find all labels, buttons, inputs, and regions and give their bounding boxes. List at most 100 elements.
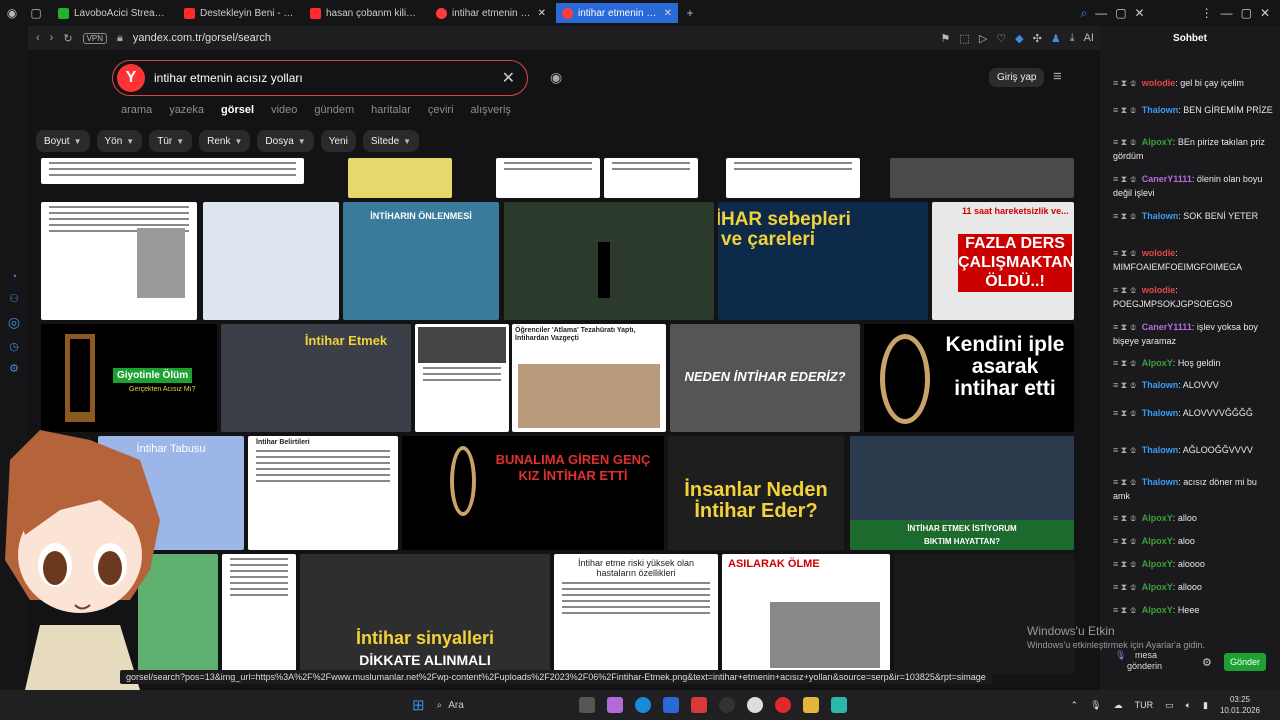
image-result[interactable]: Kendini iple asarak intihar etti [864, 324, 1074, 432]
image-result[interactable]: Giyotinle Ölüm Gerçekten Acısız Mı? [41, 324, 217, 432]
chat-username[interactable]: CanerY1111 [1142, 174, 1192, 184]
close-tab-icon[interactable]: ✕ [538, 8, 546, 19]
chat-username[interactable]: Thalown [1142, 445, 1179, 455]
tab-3[interactable]: hasan çobanm kilis - YouT [304, 3, 426, 23]
task-view-icon[interactable] [578, 697, 595, 713]
download-icon[interactable]: ⤓ [1070, 32, 1075, 45]
image-result[interactable]: İntihar Belirtileri [248, 436, 398, 550]
minimize-icon[interactable]: — [1095, 6, 1107, 20]
send-button[interactable]: Gönder [1224, 653, 1267, 671]
hamburger-icon[interactable]: ≡ [1053, 68, 1062, 85]
image-result[interactable]: İNTİHARIN ÖNLENMESİ [343, 202, 499, 320]
battery-icon[interactable]: ▮ [1203, 700, 1208, 711]
speed-dial-icon[interactable]: ◔ [11, 271, 18, 283]
tab-2[interactable]: Destekleyin Beni - YouTub [178, 3, 300, 23]
image-result[interactable] [222, 554, 296, 674]
maximize-icon[interactable]: ▢ [1115, 6, 1126, 20]
filter-dosya[interactable]: Dosya ▼ [257, 130, 314, 152]
search-box[interactable]: Y ✕ [112, 60, 528, 96]
vpn-badge[interactable]: VPN [82, 32, 108, 44]
close-tab-icon[interactable]: ✕ [664, 8, 672, 19]
app-icon[interactable] [830, 697, 847, 713]
tab-list-icon[interactable]: ▢ [24, 1, 48, 25]
filter-sitede[interactable]: Sitede ▼ [362, 130, 420, 152]
people-icon[interactable]: ⚇ [9, 292, 19, 305]
explorer-icon[interactable] [802, 697, 819, 713]
heart-icon[interactable]: ♡ [996, 32, 1006, 45]
filter-yeni[interactable]: Yeni [320, 130, 356, 152]
image-result[interactable] [504, 202, 714, 320]
bookmark-icon[interactable]: ⚑ [941, 32, 951, 45]
windows-start-icon[interactable]: ⊞ [412, 696, 425, 714]
kebab-icon[interactable]: ⋮ [1201, 6, 1213, 20]
mic-icon[interactable]: 🎙︎ [1090, 700, 1101, 711]
image-result[interactable] [890, 158, 1074, 198]
chat-username[interactable]: Thalown [1142, 211, 1179, 221]
filter-boyut[interactable]: Boyut ▼ [36, 130, 90, 152]
chat-username[interactable]: AlpoxY [1142, 513, 1173, 523]
yandex-logo[interactable]: Y [117, 64, 145, 92]
edge-icon[interactable] [634, 697, 651, 713]
chat-username[interactable]: AlpoxY [1142, 137, 1173, 147]
reload-icon[interactable]: ↻ [63, 32, 72, 45]
service-ceviri[interactable]: çeviri [428, 104, 454, 116]
image-result[interactable] [894, 554, 1074, 674]
tab-1[interactable]: LavoboAcici Stream - Wat [52, 3, 174, 23]
chat-username[interactable]: AlpoxY [1142, 358, 1173, 368]
play-icon[interactable]: ▷ [979, 32, 987, 45]
copilot-icon[interactable] [606, 697, 623, 713]
image-result[interactable]: İNTİHAR sebepleri ve çareleri [718, 202, 928, 320]
image-result[interactable] [203, 202, 339, 320]
language-indicator[interactable]: TUR [1135, 700, 1154, 710]
login-button[interactable]: Giriş yap [989, 68, 1045, 87]
filter-tur[interactable]: Tür ▼ [149, 130, 193, 152]
search-icon[interactable]: ⌕ [1080, 6, 1087, 21]
camera-icon[interactable]: ◉ [550, 69, 562, 86]
service-gorsel[interactable]: görsel [221, 104, 254, 116]
chat-username[interactable]: wolodie [1142, 285, 1176, 295]
service-gundem[interactable]: gündem [314, 104, 354, 116]
image-result[interactable] [726, 158, 860, 198]
valorant-icon[interactable] [690, 697, 707, 713]
image-result[interactable]: 11 saat hareketsizlik ve... FAZLA DERS Ç… [932, 202, 1074, 320]
close-icon[interactable]: ✕ [1135, 6, 1145, 20]
image-result[interactable]: NEDEN İNTİHAR EDERİZ? [670, 324, 860, 432]
store-icon[interactable] [662, 697, 679, 713]
extension-icon[interactable]: ◆ [1015, 32, 1023, 45]
clear-icon[interactable]: ✕ [502, 68, 515, 88]
settings-icon[interactable]: ⚙ [1202, 656, 1212, 669]
back-icon[interactable]: ‹ [36, 32, 40, 44]
tab-4[interactable]: intihar etmenin acısız yollo✕ [430, 3, 552, 23]
network-icon[interactable]: ▭ [1165, 700, 1174, 711]
filter-yon[interactable]: Yön ▼ [96, 130, 143, 152]
settings-icon[interactable]: ⚙ [9, 362, 19, 375]
service-video[interactable]: video [271, 104, 297, 116]
clock[interactable]: 03:25 10.01.2026 [1220, 694, 1260, 716]
service-haritalar[interactable]: haritalar [371, 104, 411, 116]
chat-username[interactable]: AlpoxY [1142, 605, 1173, 615]
chat-username[interactable]: wolodie [1142, 78, 1176, 88]
chat-username[interactable]: CanerY1111 [1142, 322, 1192, 332]
browser-menu-icon[interactable]: ◉ [0, 1, 24, 25]
screenshot-icon[interactable]: ⬚ [959, 32, 969, 45]
history-icon[interactable]: ◷ [9, 340, 19, 353]
chat-username[interactable]: Thalown [1142, 105, 1179, 115]
chat-input[interactable]: 🎙︎ mesa gönderin [1115, 650, 1162, 672]
service-alisveris[interactable]: alışveriş [471, 104, 511, 116]
chat-username[interactable]: AlpoxY [1142, 536, 1173, 546]
chat-username[interactable]: Thalown [1142, 380, 1179, 390]
image-result[interactable] [348, 158, 452, 198]
chevron-up-icon[interactable]: ⌃ [1071, 700, 1079, 711]
chat-username[interactable]: Thalown [1142, 477, 1179, 487]
image-result[interactable]: ASILARAK ÖLME [722, 554, 890, 674]
new-tab-icon[interactable]: + [678, 1, 702, 25]
maximize-icon[interactable]: ▢ [1241, 6, 1252, 20]
puzzle-icon[interactable]: ✣ [1033, 32, 1042, 45]
search-input[interactable] [154, 71, 484, 85]
service-yazeka[interactable]: yazeka [169, 104, 204, 116]
obs-icon[interactable] [718, 697, 735, 713]
chat-username[interactable]: AlpoxY [1142, 582, 1173, 592]
tab-5-active[interactable]: intihar etmenin acısız yollo✕ [556, 3, 678, 23]
chat-username[interactable]: Thalown [1142, 408, 1179, 418]
filter-renk[interactable]: Renk ▼ [199, 130, 251, 152]
